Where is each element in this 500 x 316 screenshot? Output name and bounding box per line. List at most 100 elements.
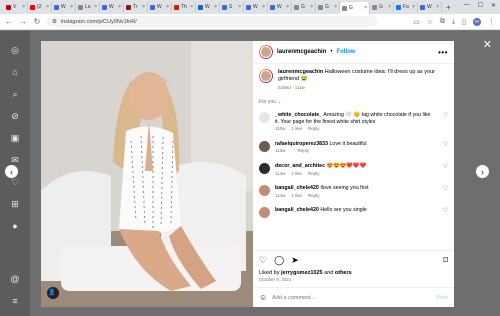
- extensions-icon[interactable]: ⧉: [440, 18, 445, 26]
- minimize-icon[interactable]: —: [464, 2, 470, 9]
- commenter-avatar[interactable]: [259, 207, 270, 219]
- browser-tab[interactable]: W ×: [244, 2, 268, 12]
- browser-tab[interactable]: W ×: [52, 2, 76, 12]
- address-bar[interactable]: ⚙ instagram.com/p/CUy0Nv1fnR/: [47, 16, 377, 27]
- back-icon[interactable]: ←: [5, 17, 13, 26]
- tab-close-icon[interactable]: ×: [166, 4, 169, 10]
- share-icon[interactable]: ➤: [291, 255, 299, 266]
- more-menu-icon[interactable]: ≡: [12, 296, 17, 306]
- comment-likes[interactable]: 1 like: [291, 171, 302, 178]
- comments-list[interactable]: laurenmcgeachin Halloween costume idea: …: [253, 64, 454, 250]
- tab-close-icon[interactable]: ×: [412, 4, 415, 10]
- browser-tab[interactable]: W ×: [196, 2, 220, 12]
- comment-like-heart-icon[interactable]: ♡: [443, 207, 448, 214]
- comment-icon[interactable]: ◯: [274, 255, 284, 266]
- browser-tab[interactable]: S ×: [220, 2, 244, 12]
- commenter-avatar[interactable]: [259, 140, 270, 152]
- tagged-users-icon[interactable]: 👤: [48, 289, 55, 296]
- notifications-icon[interactable]: ♡: [11, 177, 19, 187]
- post-date[interactable]: October 9, 2021: [253, 276, 454, 287]
- tab-close-icon[interactable]: ×: [142, 4, 145, 10]
- close-modal-icon[interactable]: ✕: [483, 38, 492, 51]
- forward-icon[interactable]: →: [19, 17, 27, 26]
- reload-icon[interactable]: ↻: [33, 17, 41, 26]
- tab-close-icon[interactable]: ×: [286, 4, 289, 10]
- instagram-logo-icon[interactable]: ◎: [11, 45, 19, 55]
- maximize-icon[interactable]: ☐: [478, 2, 483, 9]
- threads-icon[interactable]: @: [10, 274, 19, 284]
- tab-close-icon[interactable]: ×: [238, 4, 241, 10]
- tab-close-icon[interactable]: ×: [388, 4, 391, 10]
- tab-close-icon[interactable]: ×: [364, 5, 367, 11]
- reply-button[interactable]: Reply: [308, 171, 320, 178]
- browser-tab[interactable]: G ×: [292, 2, 316, 12]
- profile-icon[interactable]: ●: [12, 221, 17, 231]
- tab-close-icon[interactable]: ×: [436, 4, 439, 10]
- next-post-arrow-icon[interactable]: ›: [476, 165, 489, 178]
- tab-close-icon[interactable]: ×: [214, 4, 217, 10]
- commenter-username[interactable]: decor_and_architec: [275, 163, 325, 169]
- for-you-dropdown[interactable]: For you ⌄: [259, 99, 448, 105]
- search-icon[interactable]: ⌕: [12, 89, 17, 99]
- more-options-icon[interactable]: •••: [438, 48, 448, 57]
- follow-button[interactable]: Follow: [336, 49, 355, 55]
- commenter-username[interactable]: rafaelquiroperez3833: [275, 141, 328, 147]
- commenter-username[interactable]: bangali_chele420: [275, 185, 319, 191]
- commenter-username[interactable]: _white_chocolate_: [275, 112, 322, 118]
- browser-tab[interactable]: Lu ×: [76, 2, 100, 12]
- browser-tab[interactable]: (2 ×: [28, 2, 52, 12]
- browser-tab[interactable]: W ×: [418, 2, 442, 12]
- create-icon[interactable]: ⊞: [11, 199, 19, 209]
- browser-tab[interactable]: Tr ×: [124, 2, 148, 12]
- previous-post-arrow-icon[interactable]: ‹: [5, 165, 18, 178]
- home-icon[interactable]: ⌂: [12, 67, 17, 77]
- browser-tab[interactable]: G ×: [340, 2, 370, 14]
- download-icon[interactable]: ⤓: [452, 18, 455, 26]
- cast-icon[interactable]: ▭: [413, 18, 420, 26]
- comment-like-heart-icon[interactable]: ♡: [443, 112, 448, 119]
- post-comment-button[interactable]: Post: [436, 295, 448, 301]
- tab-close-icon[interactable]: ×: [118, 4, 121, 10]
- tab-close-icon[interactable]: ×: [190, 4, 193, 10]
- emoji-icon[interactable]: ☺: [259, 293, 267, 302]
- tab-close-icon[interactable]: ×: [262, 4, 265, 10]
- commenter-avatar[interactable]: [259, 162, 270, 174]
- new-tab-button[interactable]: +: [446, 3, 451, 12]
- caption-author-avatar[interactable]: [259, 69, 273, 83]
- browser-tab[interactable]: W ×: [148, 2, 172, 12]
- tab-close-icon[interactable]: ×: [310, 4, 313, 10]
- commenter-avatar[interactable]: [259, 112, 270, 123]
- comment-like-heart-icon[interactable]: ♡: [443, 141, 448, 148]
- browser-tab[interactable]: W ×: [268, 2, 292, 12]
- commenter-avatar[interactable]: [259, 185, 270, 197]
- author-avatar[interactable]: [259, 45, 273, 59]
- browser-tab[interactable]: V ×: [4, 2, 28, 12]
- reply-button[interactable]: Reply: [308, 126, 320, 133]
- site-info-icon[interactable]: ⚙: [52, 19, 57, 25]
- add-comment-input[interactable]: [272, 294, 432, 301]
- save-bookmark-icon[interactable]: ⌑: [443, 255, 448, 266]
- comment-likes[interactable]: 1 like: [291, 126, 302, 133]
- post-photo[interactable]: 👤: [41, 41, 253, 307]
- reply-button[interactable]: Reply: [297, 148, 309, 155]
- comment-like-heart-icon[interactable]: ♡: [443, 163, 448, 170]
- bookmark-star-icon[interactable]: ☆: [427, 18, 433, 26]
- author-username[interactable]: laurenmcgeachin: [277, 49, 326, 55]
- browser-tab[interactable]: G ×: [370, 2, 394, 12]
- menu-kebab-icon[interactable]: ⋮: [488, 18, 495, 26]
- browser-tab[interactable]: Th ×: [172, 2, 196, 12]
- reply-button[interactable]: Reply: [308, 193, 320, 200]
- comment-like-heart-icon[interactable]: ♡: [443, 185, 448, 192]
- tab-close-icon[interactable]: ×: [334, 4, 337, 10]
- reels-icon[interactable]: ▣: [11, 133, 20, 143]
- explore-icon[interactable]: ⊘: [11, 111, 19, 121]
- browser-tab[interactable]: W ×: [100, 2, 124, 12]
- commenter-username[interactable]: bangali_chele420: [275, 207, 319, 213]
- tab-close-icon[interactable]: ×: [22, 4, 25, 10]
- caption-username[interactable]: laurenmcgeachin: [278, 69, 323, 75]
- close-window-icon[interactable]: ✕: [491, 2, 496, 9]
- like-heart-icon[interactable]: ♡: [259, 255, 267, 266]
- browser-tab[interactable]: Fa ×: [394, 2, 418, 12]
- tab-close-icon[interactable]: ×: [70, 4, 73, 10]
- comment-likes[interactable]: 1 like: [291, 193, 302, 200]
